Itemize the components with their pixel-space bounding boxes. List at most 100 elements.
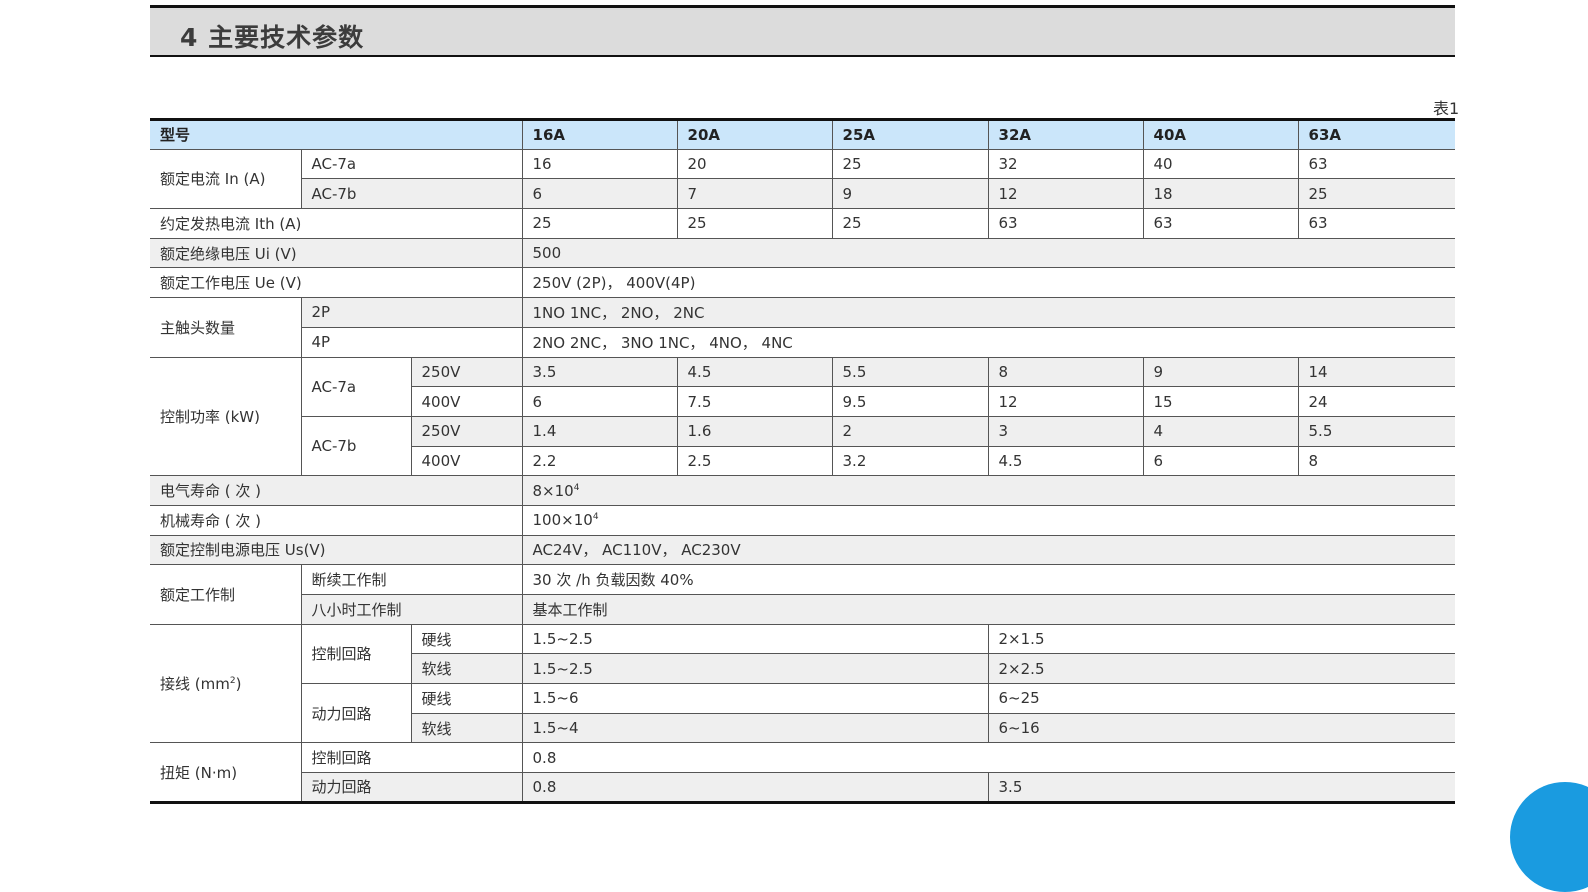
table-cell: 1.5~6: [521, 683, 989, 714]
table-cell: 2.2: [521, 446, 678, 477]
table-row: 动力回路 0.8 3.5: [150, 772, 1456, 803]
table-cell: 3.5: [987, 772, 1456, 803]
column-header-20a: 20A: [676, 119, 833, 150]
main-contacts-label: 主触头数量: [150, 297, 301, 358]
wiring-label-end: ): [235, 675, 242, 694]
table-cell: 16: [521, 149, 678, 180]
column-header-25a: 25A: [831, 119, 989, 150]
control-power-ac7a-label: AC-7a: [300, 357, 411, 417]
table-cell: 63: [1142, 208, 1299, 239]
table-cell: 2NO 2NC， 3NO 1NC， 4NO， 4NC: [521, 327, 1456, 358]
mechanical-life-base: 100×10: [532, 511, 593, 530]
table-cell: 25: [831, 149, 989, 180]
table-cell: 3.5: [521, 357, 678, 388]
table-cell: 9: [1142, 357, 1299, 388]
column-header-16a: 16A: [521, 119, 678, 150]
table-cell: 20: [676, 149, 833, 180]
table-cell: 12: [987, 178, 1144, 210]
table-row: 额定工作制 断续工作制 30 次 /h 负载因数 40%: [150, 564, 1456, 625]
table-cell: 1.6: [676, 416, 833, 447]
duty-label: 额定工作制: [150, 564, 301, 625]
electrical-life-exponent: 4: [573, 482, 580, 493]
control-power-label: 控制功率 (kW): [150, 357, 301, 477]
control-power-ac7b-400v-label: 400V: [410, 446, 523, 477]
rated-current-ac7b-label: AC-7b: [300, 178, 523, 210]
table-cell: 1.4: [521, 416, 678, 447]
table-row: 4P 2NO 2NC， 3NO 1NC， 4NO， 4NC: [150, 327, 1456, 358]
thermal-current-label: 约定发热电流 Ith (A): [150, 208, 523, 239]
table-number-label: 表1: [1433, 99, 1460, 118]
table-cell: 14: [1297, 357, 1456, 388]
main-contacts-4p-label: 4P: [300, 327, 523, 358]
spec-table: 型号 16A 20A 25A 32A 40A 63A 额定电流 In (A) A…: [150, 118, 1456, 804]
table-cell: 1NO 1NC， 2NO， 2NC: [521, 297, 1456, 328]
table-cell: 1.5~4: [521, 713, 989, 744]
section-title: 4 主要技术参数: [180, 23, 365, 52]
table-cell: 4.5: [676, 357, 833, 388]
table-row: 动力回路 硬线 1.5~6 6~25: [150, 683, 1456, 744]
table-cell: 8: [987, 357, 1144, 388]
table-cell: 0.8: [521, 772, 989, 803]
table-cell: AC24V， AC110V， AC230V: [521, 535, 1456, 566]
table-cell: 24: [1297, 386, 1456, 417]
table-cell: 2: [831, 416, 989, 447]
wiring-power-hard-label: 硬线: [410, 683, 523, 714]
table-cell: 6~16: [987, 713, 1456, 744]
table-cell: 5.5: [1297, 416, 1456, 447]
main-contacts-2p-label: 2P: [300, 297, 523, 328]
table-cell: 25: [676, 208, 833, 239]
table-cell: 3.2: [831, 446, 989, 477]
table-cell: 32: [987, 149, 1144, 180]
table-cell: 18: [1142, 178, 1299, 210]
table-cell: 3: [987, 416, 1144, 447]
table-cell: 25: [831, 208, 989, 239]
table-row: 扭矩 (N·m) 控制回路 0.8: [150, 742, 1456, 803]
table-row: 控制功率 (kW) AC-7a 250V 3.5 4.5 5.5 8 9 14: [150, 357, 1456, 477]
table-cell: 2×2.5: [987, 653, 1456, 685]
rated-current-label: 额定电流 In (A): [150, 149, 301, 210]
control-supply-label: 额定控制电源电压 Us(V): [150, 535, 523, 566]
table-cell: 63: [987, 208, 1144, 239]
table-row: 主触头数量 2P 1NO 1NC， 2NO， 2NC: [150, 297, 1456, 358]
wiring-label-base: 接线 (mm: [160, 675, 230, 694]
electrical-life-base: 8×10: [532, 481, 574, 500]
electrical-life-label: 电气寿命 ( 次 ): [150, 475, 523, 506]
wiring-control-hard-label: 硬线: [410, 624, 523, 655]
table-cell: 8×104: [521, 475, 1456, 506]
table-row: AC-7b 250V 1.4 1.6 2 3 4 5.5: [150, 416, 1456, 477]
wiring-power-label: 动力回路: [300, 683, 411, 744]
table-row: 八小时工作制 基本工作制: [150, 594, 1456, 625]
wiring-control-soft-label: 软线: [410, 653, 523, 685]
table-cell: 9.5: [831, 386, 989, 417]
table-cell: 40: [1142, 149, 1299, 180]
table-cell: 250V (2P)， 400V(4P): [521, 267, 1456, 299]
table-cell: 0.8: [521, 742, 1456, 774]
section-header: 4 主要技术参数: [150, 5, 1455, 57]
table-row: AC-7b 6 7 9 12 18 25: [150, 178, 1456, 210]
duty-intermittent-label: 断续工作制: [300, 564, 523, 595]
column-header-32a: 32A: [987, 119, 1144, 150]
table-cell: 7: [676, 178, 833, 210]
table-cell: 30 次 /h 负载因数 40%: [521, 564, 1456, 595]
table-row: 机械寿命 ( 次 ) 100×104: [150, 505, 1456, 536]
torque-label: 扭矩 (N·m): [150, 742, 301, 803]
table-row: 额定绝缘电压 Ui (V) 500: [150, 238, 1456, 269]
table-cell: 4.5: [987, 446, 1144, 477]
table-cell: 6: [1142, 446, 1299, 477]
table-row: 电气寿命 ( 次 ) 8×104: [150, 475, 1456, 506]
insulation-voltage-label: 额定绝缘电压 Ui (V): [150, 238, 523, 269]
control-power-ac7a-400v-label: 400V: [410, 386, 523, 417]
table-cell: 15: [1142, 386, 1299, 417]
table-cell: 6~25: [987, 683, 1456, 714]
table-cell: 63: [1297, 149, 1456, 180]
table-cell: 100×104: [521, 505, 1456, 536]
wiring-control-label: 控制回路: [300, 624, 411, 685]
rated-current-ac7a-label: AC-7a: [300, 149, 523, 180]
table-cell: 1.5~2.5: [521, 653, 989, 685]
table-cell: 12: [987, 386, 1144, 417]
mechanical-life-label: 机械寿命 ( 次 ): [150, 505, 523, 536]
wiring-label: 接线 (mm2): [150, 624, 301, 744]
table-cell: 9: [831, 178, 989, 210]
column-header-40a: 40A: [1142, 119, 1299, 150]
table-cell: 25: [521, 208, 678, 239]
